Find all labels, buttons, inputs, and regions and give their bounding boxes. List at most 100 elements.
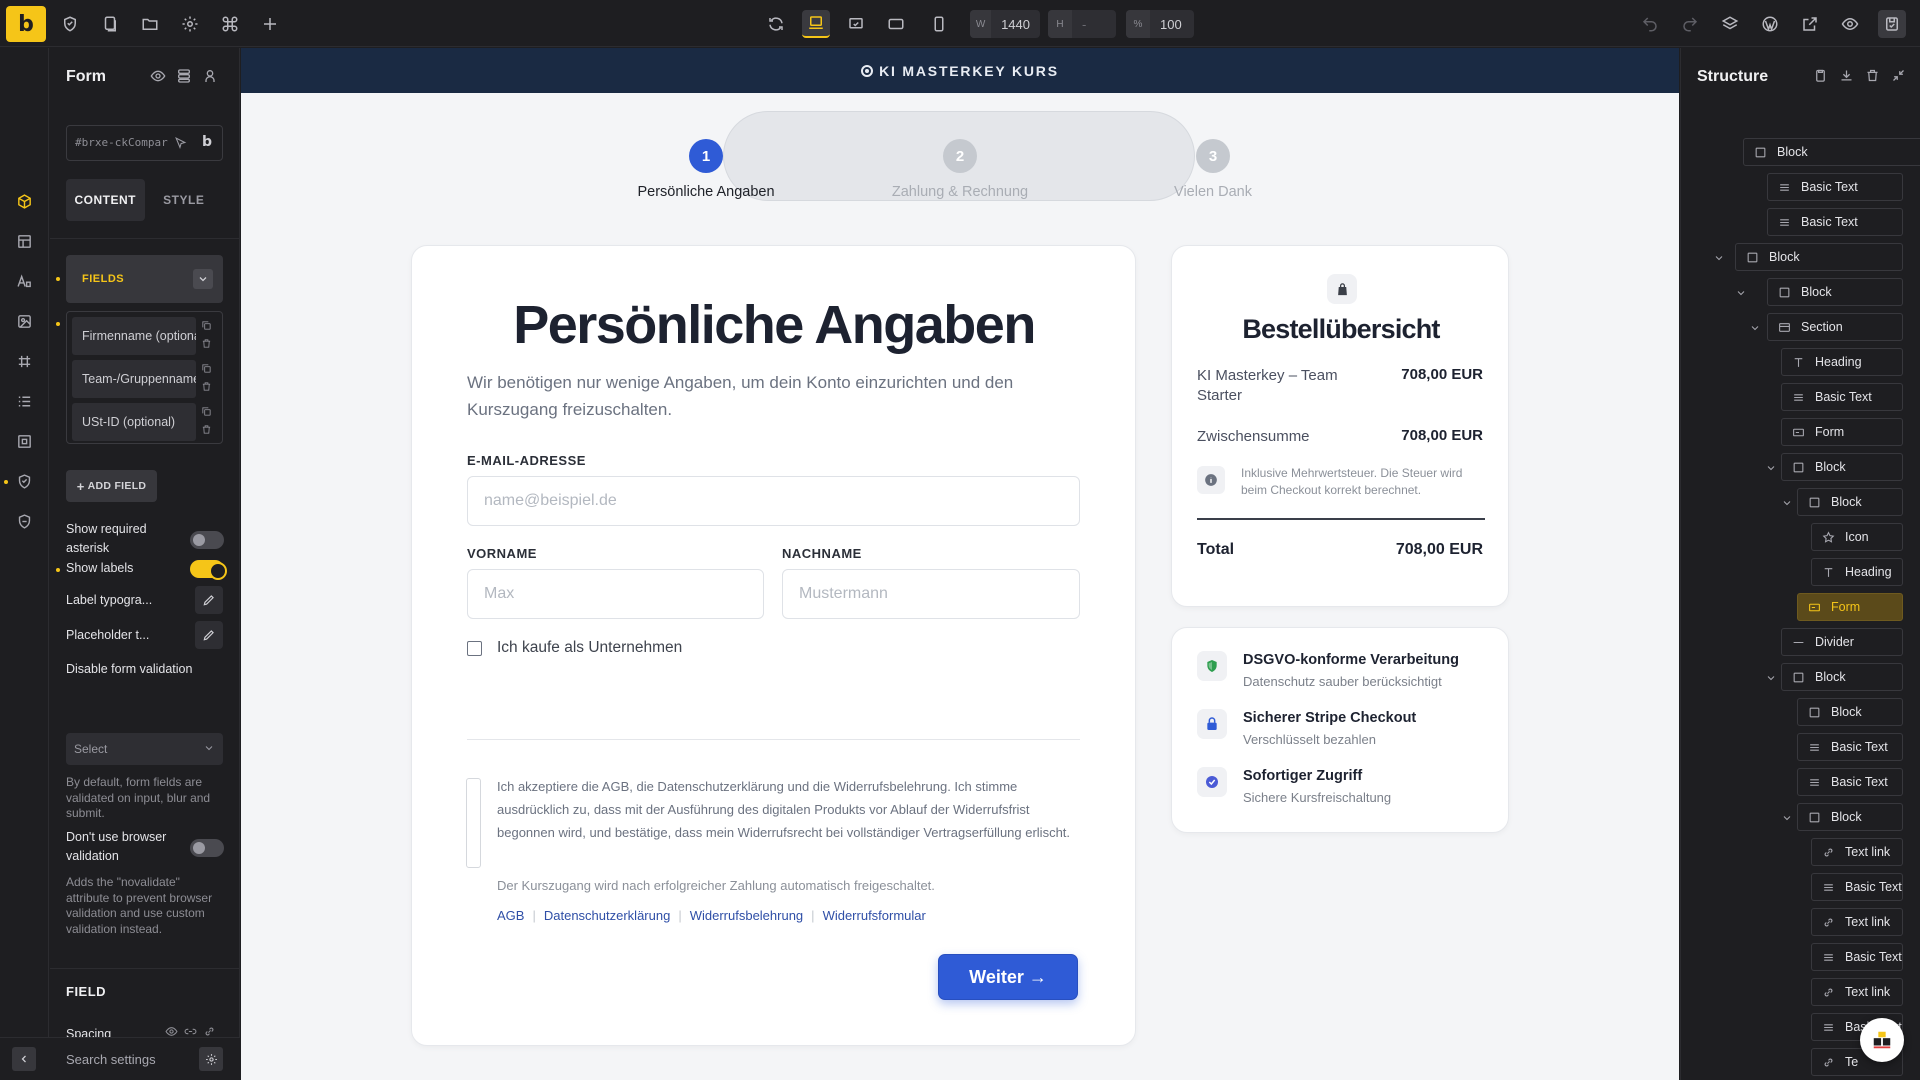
selector-icon[interactable] (174, 136, 188, 150)
structure-node[interactable]: Form (1781, 418, 1903, 446)
layers-icon[interactable] (1716, 10, 1744, 38)
layout-icon[interactable] (13, 230, 35, 252)
first-name-input[interactable] (467, 569, 764, 619)
structure-node[interactable]: Basic Text (1767, 173, 1903, 201)
label-typography-edit-button[interactable] (195, 586, 223, 614)
step-3-circle[interactable]: 3 (1196, 139, 1230, 173)
folder-icon[interactable] (136, 10, 164, 38)
shield-settings-icon[interactable] (13, 510, 35, 532)
frame-icon[interactable] (13, 350, 35, 372)
tab-content[interactable]: CONTENT (66, 179, 145, 221)
link-withdrawal-form[interactable]: Widerrufsformular (823, 908, 926, 923)
elements-icon[interactable] (13, 190, 35, 212)
add-field-button[interactable]: + ADD FIELD (66, 470, 157, 502)
grid-fab-button[interactable] (1860, 1018, 1904, 1062)
structure-node[interactable]: Text link (1811, 908, 1903, 936)
command-icon[interactable] (216, 10, 244, 38)
chevron-down-icon[interactable] (193, 269, 213, 289)
visibility-icon[interactable] (150, 68, 168, 86)
user-settings-icon[interactable] (202, 68, 220, 86)
show-labels-toggle[interactable] (190, 560, 227, 580)
bricks-class-icon[interactable]: b (202, 134, 212, 150)
refresh-icon[interactable] (762, 10, 790, 38)
browser-validation-toggle[interactable] (190, 839, 224, 857)
zoom-input[interactable]: % 100 (1126, 10, 1194, 38)
structure-node[interactable]: Basic Text (1811, 873, 1903, 901)
typography-icon[interactable] (13, 270, 35, 292)
company-checkbox[interactable] (467, 641, 482, 656)
save-icon[interactable] (1878, 10, 1906, 38)
structure-node[interactable]: Basic Text (1797, 733, 1903, 761)
tree-chevron-down-icon[interactable] (1713, 251, 1725, 263)
undo-icon[interactable] (1636, 10, 1664, 38)
next-button[interactable]: Weiter → (938, 954, 1078, 1000)
trash-icon[interactable] (1865, 68, 1883, 86)
link-agb[interactable]: AGB (497, 908, 524, 923)
shield-icon[interactable] (56, 10, 84, 38)
wordpress-icon[interactable] (1756, 10, 1784, 38)
placeholder-typography-edit-button[interactable] (195, 621, 223, 649)
link-withdrawal-policy[interactable]: Widerrufsbelehrung (690, 908, 803, 923)
structure-node[interactable]: Block (1767, 278, 1903, 306)
tree-chevron-down-icon[interactable] (1765, 461, 1777, 473)
pages-icon[interactable] (96, 10, 124, 38)
element-id-field[interactable]: #brxe-ckCompar b (66, 125, 223, 161)
duplicate-icon[interactable] (201, 361, 215, 375)
tablet-breakpoint-icon[interactable] (882, 10, 910, 38)
structure-node[interactable]: Heading (1811, 558, 1903, 586)
height-input[interactable]: H- (1048, 10, 1116, 38)
disable-validation-select[interactable]: Select (66, 733, 223, 765)
structure-node[interactable]: Basic Text (1767, 208, 1903, 236)
width-input[interactable]: W 1440 (970, 10, 1040, 38)
structure-node[interactable]: Text link (1811, 838, 1903, 866)
tab-style[interactable]: STYLE (145, 179, 224, 221)
structure-node[interactable]: Block (1781, 453, 1903, 481)
redo-icon[interactable] (1676, 10, 1704, 38)
box-model-icon[interactable] (13, 430, 35, 452)
show-required-asterisk-toggle[interactable] (190, 531, 224, 549)
structure-node[interactable]: Basic Text (1797, 768, 1903, 796)
bricks-logo[interactable]: b (6, 6, 46, 42)
field-item[interactable]: Team-/Gruppenname (72, 360, 196, 398)
field-item[interactable]: USt-ID (optional) (72, 403, 196, 441)
fields-group-toggle[interactable]: FIELDS (66, 255, 223, 303)
structure-node[interactable]: Basic Text (1781, 383, 1903, 411)
duplicate-icon[interactable] (201, 318, 215, 332)
structure-node[interactable]: Basic Text (1811, 943, 1903, 971)
trash-icon[interactable] (201, 422, 215, 436)
media-icon[interactable] (13, 310, 35, 332)
search-settings-input[interactable]: Search settings (66, 1052, 156, 1067)
email-input[interactable] (467, 476, 1080, 526)
structure-node[interactable]: Heading (1781, 348, 1903, 376)
last-name-input[interactable] (782, 569, 1080, 619)
collapse-arrows-icon[interactable] (1891, 68, 1909, 86)
clipboard-icon[interactable] (1813, 68, 1831, 86)
list-icon[interactable] (13, 390, 35, 412)
structure-node[interactable]: Form (1797, 593, 1903, 621)
mobile-breakpoint-icon[interactable] (925, 10, 953, 38)
laptop-breakpoint-icon[interactable] (842, 10, 870, 38)
trash-icon[interactable] (201, 379, 215, 393)
field-item[interactable]: Firmenname (optional) (72, 317, 196, 355)
structure-node[interactable]: Block (1743, 138, 1920, 166)
structure-node[interactable]: Divider (1781, 628, 1903, 656)
tree-chevron-down-icon[interactable] (1749, 321, 1761, 333)
trash-icon[interactable] (201, 336, 215, 350)
gear-icon[interactable] (176, 10, 204, 38)
structure-node[interactable]: Block (1797, 488, 1903, 516)
link-privacy[interactable]: Datenschutzerklärung (544, 908, 670, 923)
structure-node[interactable]: Text link (1811, 978, 1903, 1006)
tree-chevron-down-icon[interactable] (1781, 811, 1793, 823)
settings-gear-button[interactable] (199, 1047, 223, 1071)
step-2-circle[interactable]: 2 (943, 139, 977, 173)
collapse-panel-button[interactable] (12, 1047, 36, 1071)
structure-node[interactable]: Block (1781, 663, 1903, 691)
structure-node[interactable]: Icon (1811, 523, 1903, 551)
download-icon[interactable] (1839, 68, 1857, 86)
step-1-circle[interactable]: 1 (689, 139, 723, 173)
validation-shield-icon[interactable] (13, 470, 35, 492)
tree-chevron-down-icon[interactable] (1781, 496, 1793, 508)
structure-node[interactable]: Block (1797, 698, 1903, 726)
database-icon[interactable] (176, 68, 194, 86)
structure-node[interactable]: Block (1797, 803, 1903, 831)
